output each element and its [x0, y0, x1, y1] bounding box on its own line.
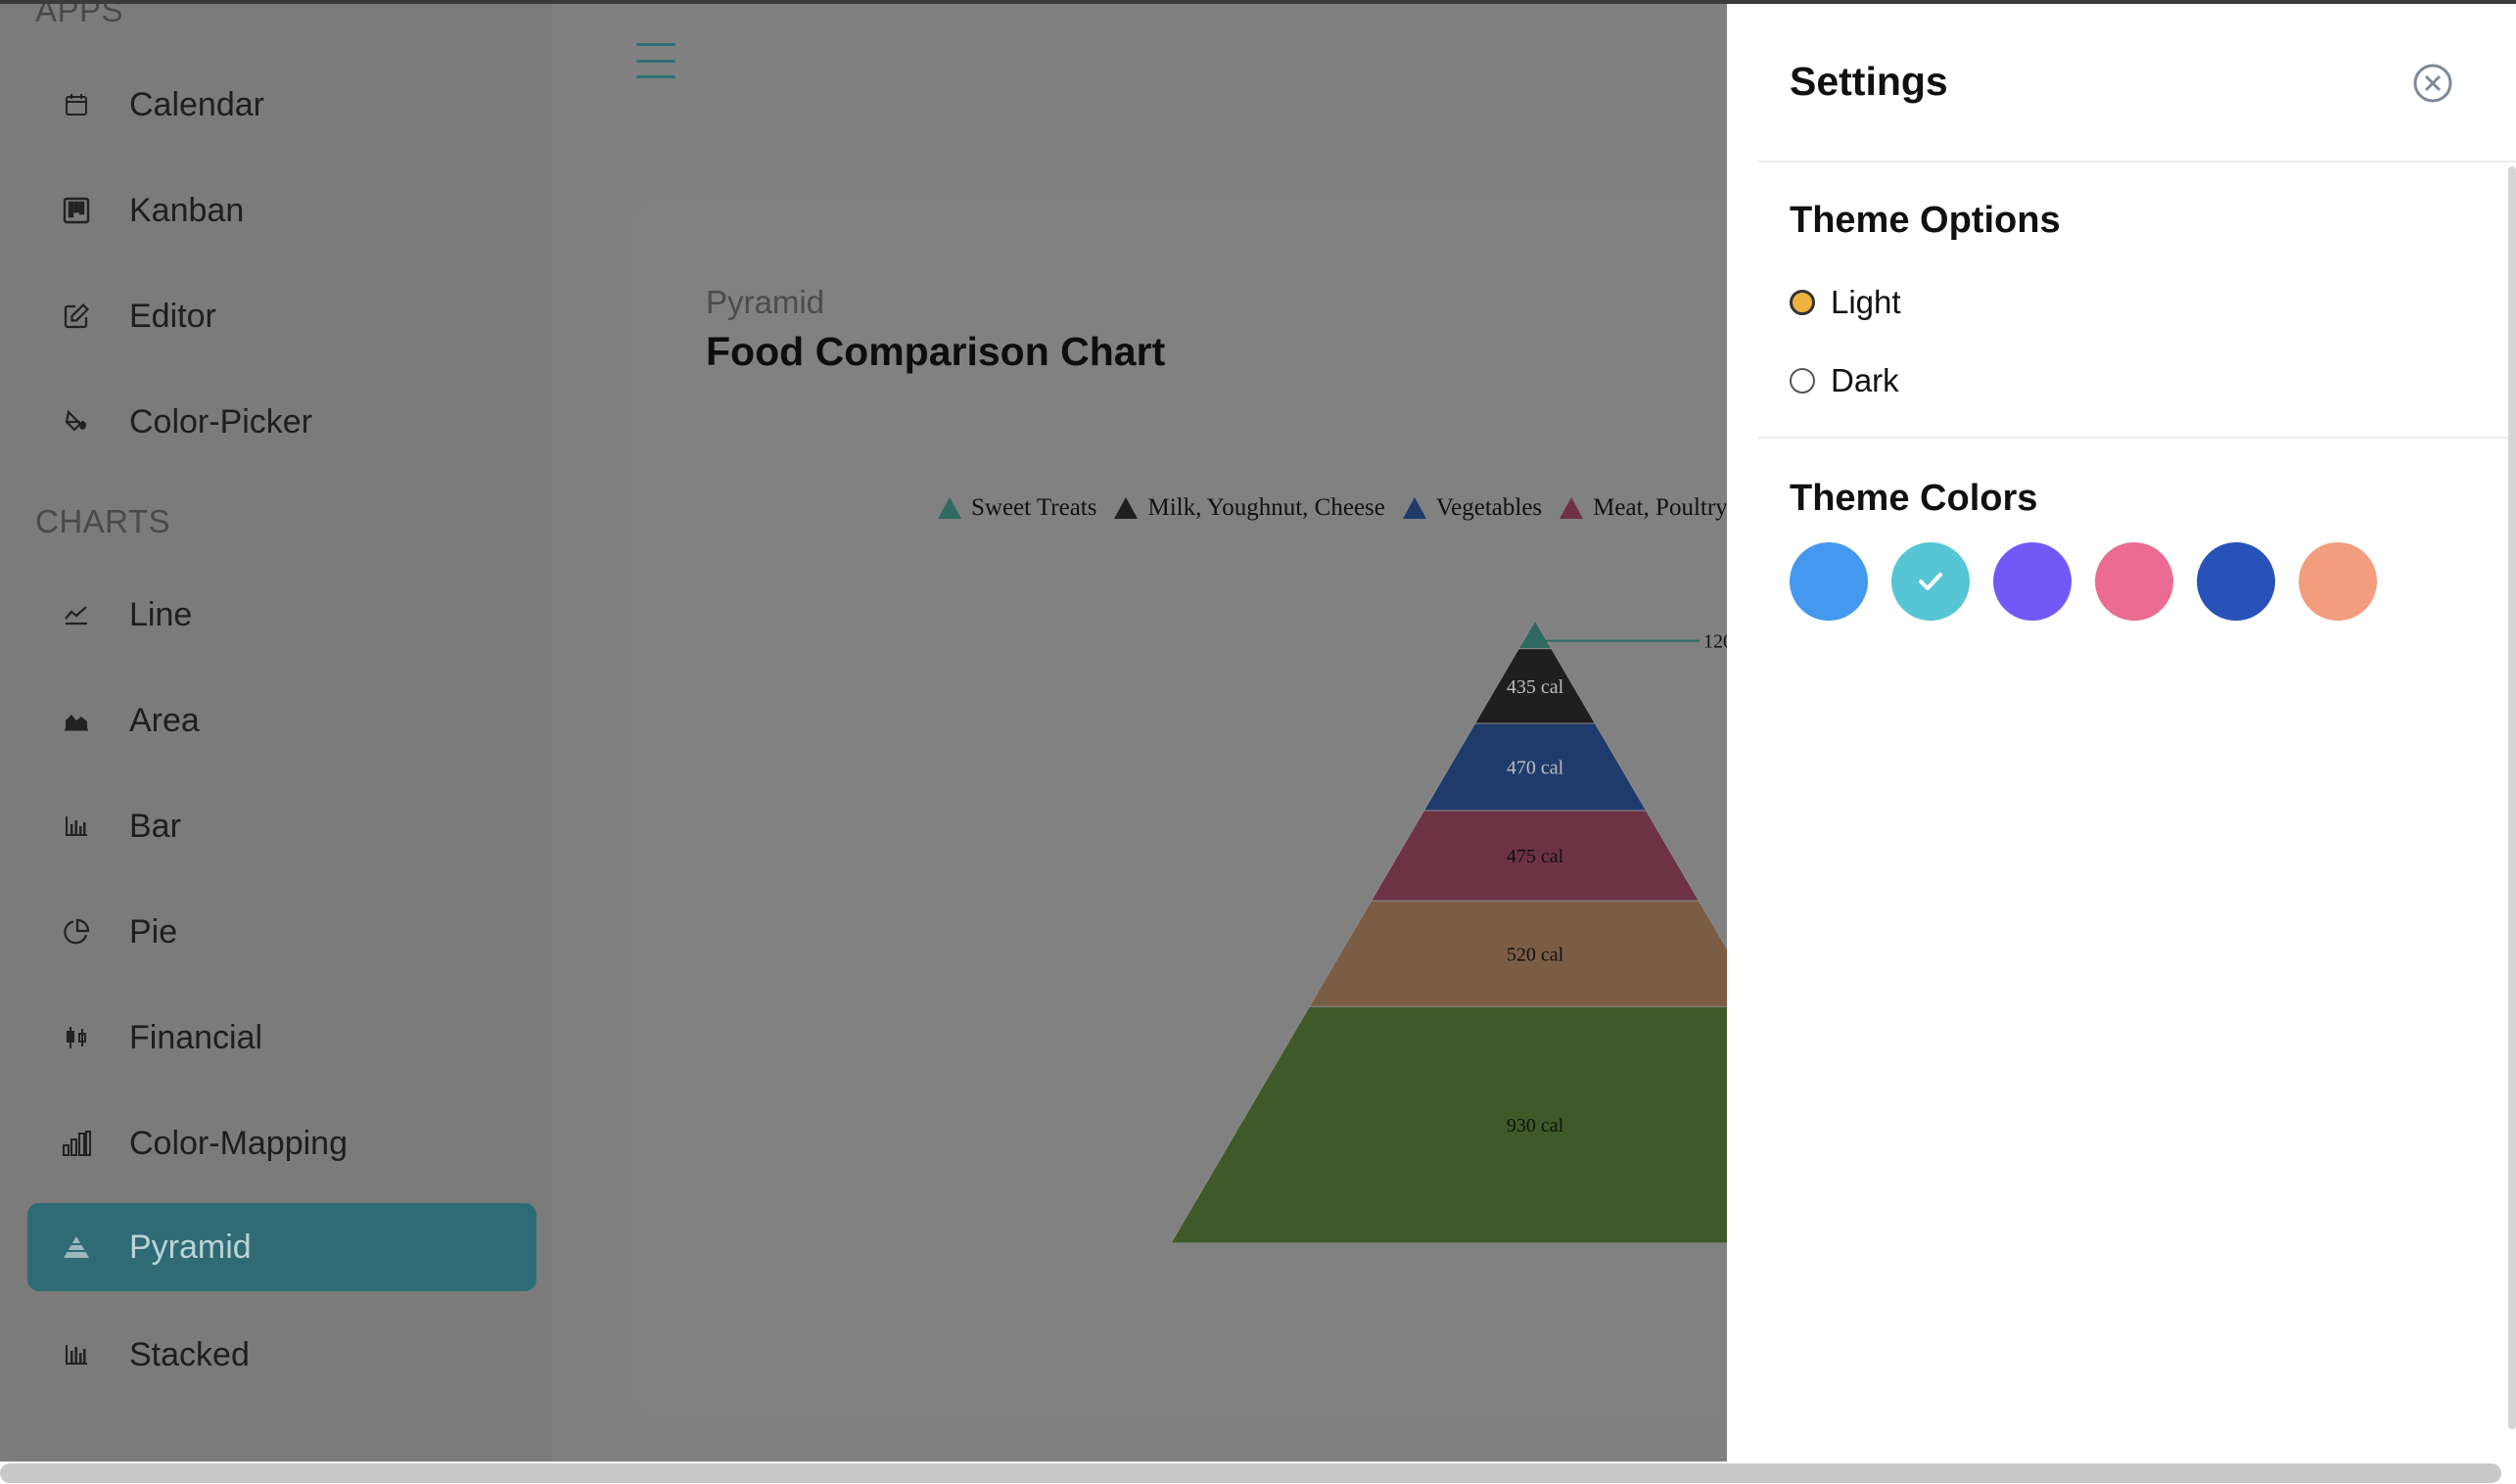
- chart-card: [627, 196, 1801, 1419]
- area-chart-icon: [57, 709, 96, 732]
- chart-legend: Sweet Treats Milk, Youghnut, Cheese Vege…: [938, 494, 1746, 522]
- sidebar-item-label: Area: [129, 701, 200, 739]
- sidebar-item-pyramid[interactable]: Pyramid: [27, 1203, 536, 1291]
- theme-option-label: Light: [1831, 284, 1901, 320]
- legend-label: Milk, Youghnut, Cheese: [1147, 494, 1385, 521]
- theme-options-title: Theme Options: [1790, 200, 2061, 241]
- legend-label: Meat, Poultry: [1593, 494, 1728, 521]
- legend-marker: [1114, 497, 1139, 519]
- legend-item[interactable]: Sweet Treats: [938, 494, 1096, 522]
- sidebar-item-label: Pyramid: [129, 1228, 252, 1266]
- kanban-icon: [57, 197, 96, 224]
- legend-label: Sweet Treats: [971, 494, 1097, 521]
- sidebar-item-financial[interactable]: Financial: [27, 994, 536, 1082]
- edit-icon: [57, 302, 96, 330]
- charts-section-label: CHARTS: [35, 503, 171, 539]
- sidebar: APPS Calendar Kanban Editor Color-Picker…: [0, 0, 552, 1461]
- calendar-icon: [57, 92, 96, 117]
- legend-marker: [1560, 497, 1584, 519]
- top-border: [0, 0, 2516, 4]
- settings-title: Settings: [1790, 59, 1948, 104]
- sidebar-item-pie[interactable]: Pie: [27, 888, 536, 976]
- sidebar-item-label: Color-Picker: [129, 402, 313, 441]
- sidebar-item-kanban[interactable]: Kanban: [27, 166, 536, 255]
- legend-item[interactable]: Vegetables: [1402, 494, 1543, 522]
- theme-option-label: Dark: [1831, 362, 1899, 398]
- sidebar-item-calendar[interactable]: Calendar: [27, 61, 536, 149]
- sidebar-item-stacked[interactable]: Stacked: [27, 1311, 536, 1399]
- chart-category-label: Pyramid: [706, 284, 825, 320]
- pyramid-icon: [57, 1234, 96, 1260]
- settings-panel: Settings Theme Options Light Dark Theme …: [1727, 4, 2516, 1461]
- bar-chart-icon: [57, 814, 96, 838]
- theme-color-navy[interactable]: [2197, 542, 2275, 621]
- divider: [1758, 437, 2516, 439]
- sidebar-item-area[interactable]: Area: [27, 676, 536, 765]
- sidebar-item-line[interactable]: Line: [27, 571, 536, 659]
- close-icon[interactable]: [2412, 63, 2453, 104]
- theme-option-dark[interactable]: Dark: [1790, 362, 1899, 399]
- theme-color-purple[interactable]: [1993, 542, 2072, 621]
- pie-chart-icon: [57, 918, 96, 946]
- sidebar-item-bar[interactable]: Bar: [27, 782, 536, 870]
- stacked-chart-icon: [57, 1343, 96, 1367]
- theme-color-pink[interactable]: [2095, 542, 2173, 621]
- sidebar-item-label: Editor: [129, 297, 216, 335]
- candlestick-icon: [57, 1024, 96, 1051]
- sidebar-item-color-picker[interactable]: Color-Picker: [27, 378, 536, 466]
- legend-item[interactable]: Meat, Poultry: [1560, 494, 1728, 522]
- sidebar-item-label: Kanban: [129, 191, 245, 229]
- radio-light[interactable]: [1790, 290, 1815, 315]
- sidebar-item-label: Pie: [129, 912, 178, 951]
- color-mapping-icon: [57, 1130, 96, 1157]
- theme-option-light[interactable]: Light: [1790, 284, 1901, 321]
- legend-item[interactable]: Milk, Youghnut, Cheese: [1114, 494, 1385, 522]
- legend-marker: [938, 497, 961, 519]
- paint-bucket-icon: [57, 408, 96, 436]
- horizontal-scrollbar[interactable]: [0, 1463, 2501, 1483]
- apps-section-label: APPS: [35, 0, 124, 28]
- radio-dark[interactable]: [1790, 368, 1815, 394]
- sidebar-item-editor[interactable]: Editor: [27, 272, 536, 360]
- sidebar-item-label: Bar: [129, 807, 181, 845]
- theme-color-peach[interactable]: [2299, 542, 2377, 621]
- check-icon: [1919, 573, 1942, 590]
- sidebar-item-label: Color-Mapping: [129, 1124, 348, 1162]
- sidebar-item-label: Line: [129, 595, 193, 633]
- chart-title: Food Comparison Chart: [706, 329, 1166, 374]
- sidebar-item-color-mapping[interactable]: Color-Mapping: [27, 1099, 536, 1187]
- theme-color-teal[interactable]: [1891, 542, 1970, 621]
- theme-color-blue[interactable]: [1790, 542, 1868, 621]
- theme-colors-title: Theme Colors: [1790, 478, 2038, 519]
- vertical-scrollbar[interactable]: [2508, 166, 2516, 1429]
- legend-marker: [1402, 497, 1426, 519]
- line-chart-icon: [57, 603, 96, 626]
- sidebar-item-label: Calendar: [129, 85, 264, 123]
- main-content: [552, 0, 1801, 1461]
- hamburger-menu-icon[interactable]: [636, 43, 676, 78]
- theme-color-swatches: [1790, 542, 2400, 621]
- legend-label: Vegetables: [1435, 494, 1543, 521]
- sidebar-item-label: Financial: [129, 1018, 263, 1056]
- divider: [1758, 161, 2516, 162]
- sidebar-item-label: Stacked: [129, 1335, 250, 1373]
